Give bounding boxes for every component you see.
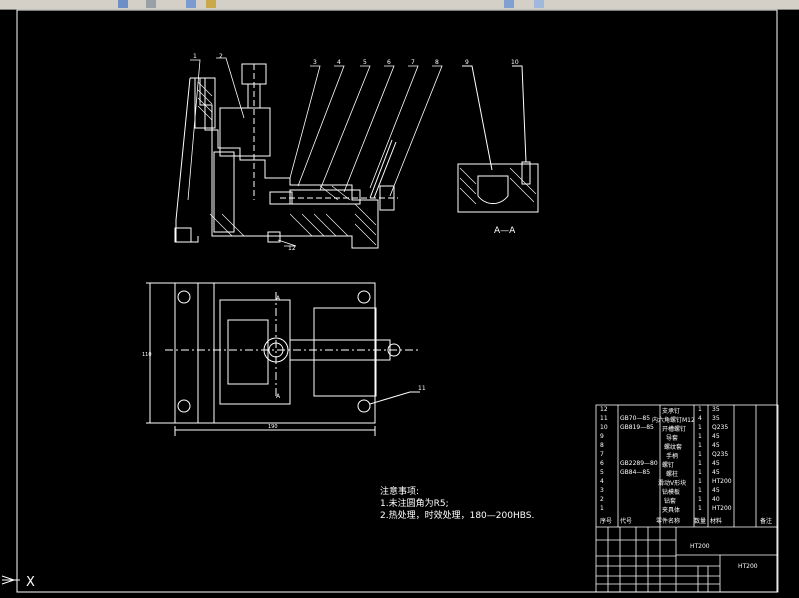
bom-row: 9 导套 1 45: [600, 433, 720, 442]
bom-row: 12 支承钉 1 35: [600, 406, 720, 415]
bom-row: 3 钻模板 1 45: [600, 487, 720, 496]
title-block-material-right: HT200: [738, 563, 758, 570]
title-block-material: HT200: [690, 543, 710, 550]
balloon-10: 10: [511, 59, 519, 66]
bom-row: 11 GB70—85 内六角螺钉M12 4 35: [600, 415, 720, 424]
bom-row: 6 GB2289—80 螺钉 1 45: [600, 460, 720, 469]
bom-row: 4 滑动V形块 1 HT200: [600, 478, 732, 487]
front-section-view: [174, 57, 443, 249]
bom-row: 10 GB819—85 开槽螺钉 1 Q235: [600, 424, 729, 433]
balloon-12: 12: [288, 245, 296, 252]
section-a-a-view: [457, 65, 539, 213]
dim-height: 110: [142, 352, 152, 358]
balloon-1: 1: [193, 53, 197, 60]
dim-width: 190: [268, 424, 278, 430]
bom-row: 1 夹具体 1 HT200: [600, 505, 732, 514]
balloon-2: 2: [219, 53, 223, 60]
bom-row: 7 手柄 1 Q235: [600, 451, 729, 460]
section-label: A—A: [494, 226, 516, 236]
notes-line-1: 1.未注圆角为R5;: [380, 499, 449, 509]
balloon-6: 6: [387, 59, 391, 66]
view-marker-bottom: A: [276, 393, 281, 400]
view-marker-top: A: [276, 295, 281, 302]
balloon-5: 5: [363, 59, 367, 66]
bom-row: 5 GB84—85 螺柱 1 45: [600, 469, 720, 478]
balloon-7: 7: [411, 59, 415, 66]
balloon-9: 9: [465, 59, 469, 66]
ucs-x-label: X: [26, 575, 35, 590]
bom-row: 8 螺纹套 1 45: [600, 442, 720, 451]
top-plan-view: [146, 282, 420, 436]
notes-title: 注意事项:: [380, 487, 420, 497]
balloon-11: 11: [418, 385, 426, 392]
technical-notes: 注意事项: 1.未注圆角为R5; 2.热处理，时效处理，180—200HBS.: [380, 486, 534, 522]
balloon-8: 8: [435, 59, 439, 66]
notes-line-2: 2.热处理，时效处理，180—200HBS.: [380, 511, 535, 521]
bom-row: 2 钻套 1 40: [600, 496, 720, 505]
balloon-4: 4: [337, 59, 341, 66]
balloon-3: 3: [313, 59, 317, 66]
bom-header-row: 序号 代号 零件名称 数量 材料 备注: [600, 518, 773, 525]
